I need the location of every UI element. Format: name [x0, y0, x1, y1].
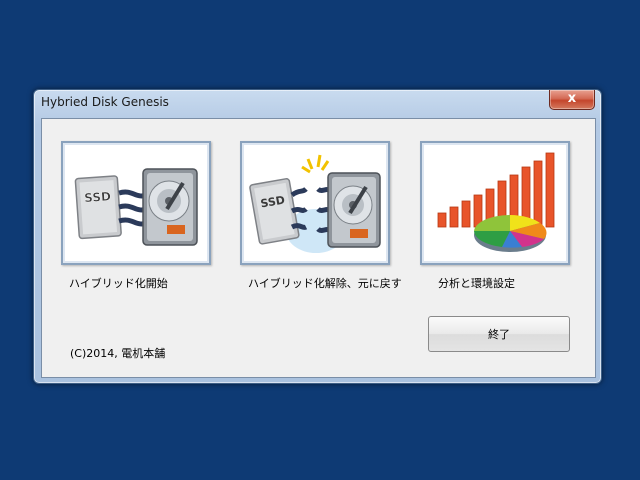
app-window: Hybried Disk Genesis x SSD ハイブリッド化開始 SSD… — [33, 89, 602, 384]
bar-pie-chart-icon — [437, 152, 555, 252]
hybrid-start-label: ハイブリッド化開始 — [69, 277, 168, 290]
dialog-body: SSD ハイブリッド化開始 SSD ハイブリッド化解除、元に戻す 分析と環境設定… — [41, 118, 596, 378]
ssd-to-hdd-connect-icon: SSD — [74, 168, 198, 246]
ssd-hdd-disconnect-icon: SSD — [249, 154, 381, 253]
analysis-settings-tile[interactable] — [420, 141, 570, 265]
window-title: Hybried Disk Genesis — [41, 95, 169, 109]
close-icon: x — [567, 91, 577, 106]
hybrid-start-tile[interactable]: SSD — [61, 141, 211, 265]
analysis-settings-label: 分析と環境設定 — [438, 277, 515, 290]
hybrid-release-tile[interactable]: SSD — [240, 141, 390, 265]
hybrid-release-label: ハイブリッド化解除、元に戻す — [248, 277, 402, 290]
copyright-text: (C)2014, 電机本舗 — [70, 347, 166, 360]
ssd-badge: SSD — [84, 189, 112, 205]
close-button[interactable]: x — [549, 90, 595, 110]
exit-button[interactable]: 終了 — [428, 316, 570, 352]
